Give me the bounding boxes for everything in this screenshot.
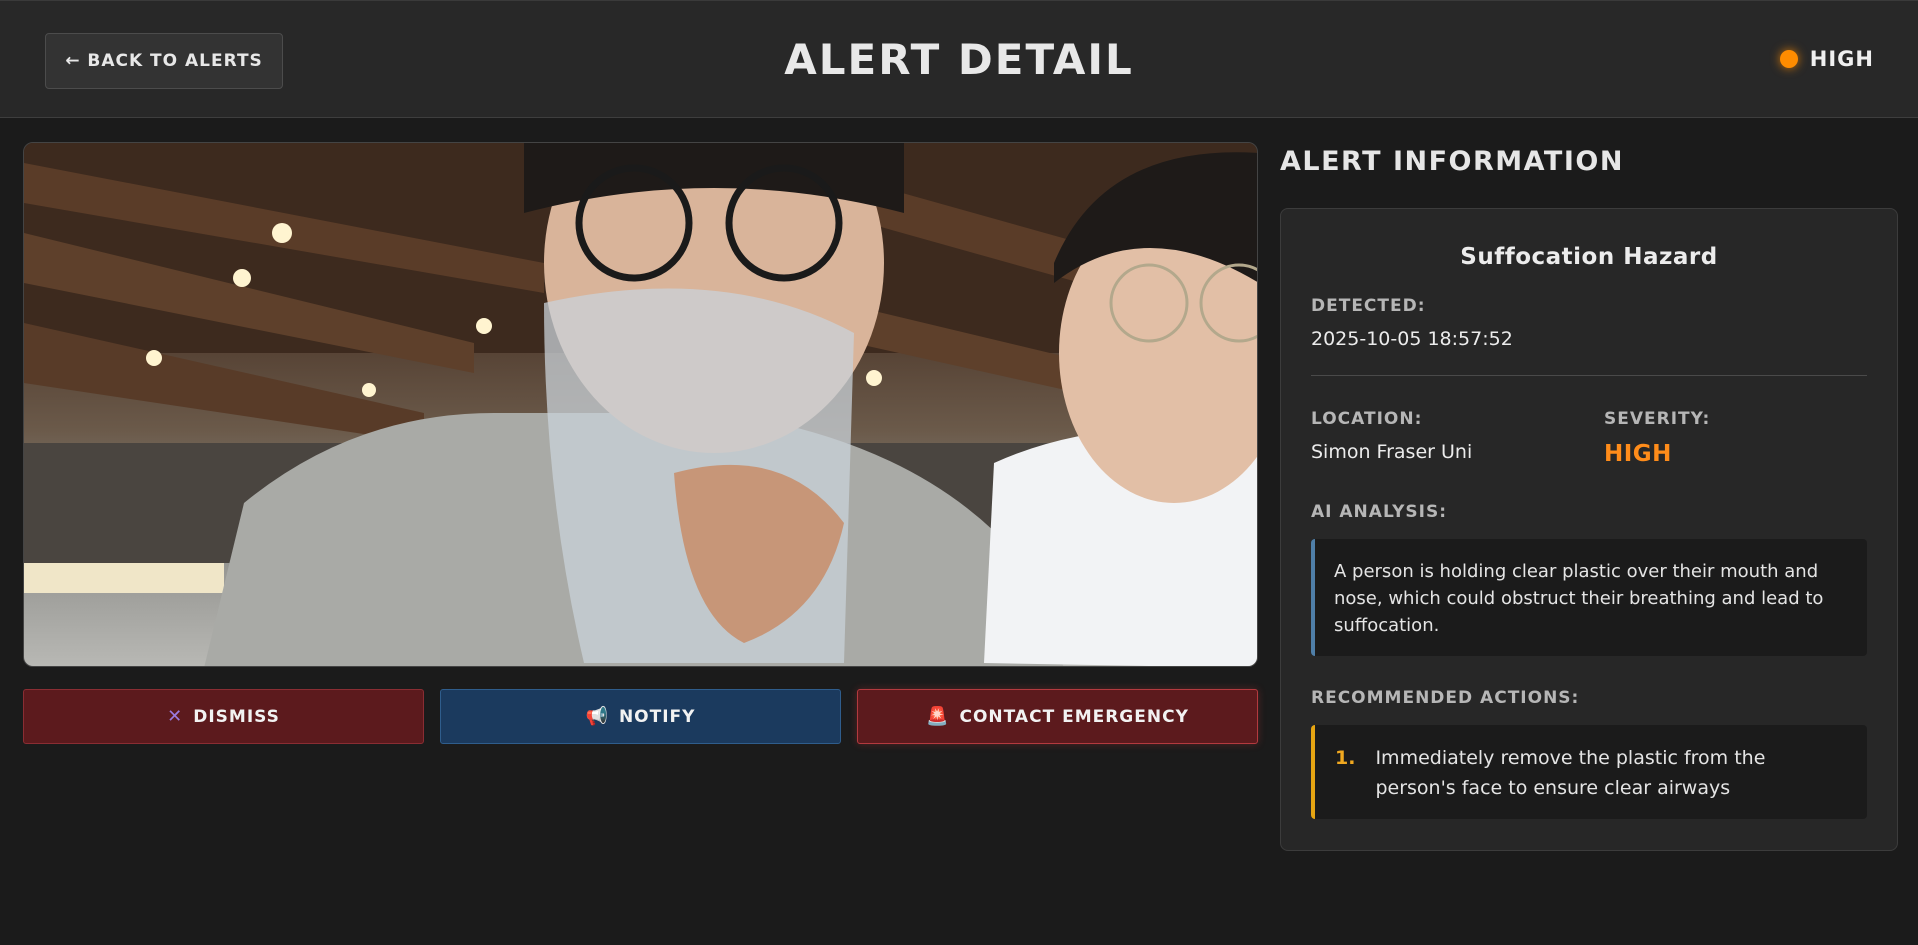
alert-actions: ✕ DISMISS 📢 NOTIFY 🚨 CONTACT EMERGENCY <box>23 689 1258 744</box>
alert-information-heading: ALERT INFORMATION <box>1280 146 1624 177</box>
close-icon: ✕ <box>167 705 184 727</box>
ai-analysis-label: AI ANALYSIS: <box>1311 502 1448 522</box>
location-value: Simon Fraser Uni <box>1311 441 1473 463</box>
severity-indicator: HIGH <box>1779 47 1874 71</box>
recommended-action-number: 1. <box>1335 747 1356 769</box>
location-label: LOCATION: <box>1311 409 1423 429</box>
notify-button[interactable]: 📢 NOTIFY <box>440 689 841 744</box>
header: ← BACK TO ALERTS ALERT DETAIL HIGH <box>0 0 1918 118</box>
alert-camera-image <box>23 142 1258 667</box>
ai-analysis-text: A person is holding clear plastic over t… <box>1311 539 1867 656</box>
contact-emergency-button[interactable]: 🚨 CONTACT EMERGENCY <box>857 689 1258 744</box>
dismiss-button[interactable]: ✕ DISMISS <box>23 689 424 744</box>
siren-icon: 🚨 <box>926 705 950 727</box>
severity-indicator-label: HIGH <box>1809 47 1874 71</box>
severity-value: HIGH <box>1604 441 1672 467</box>
detected-value: 2025-10-05 18:57:52 <box>1311 328 1513 350</box>
dismiss-label: DISMISS <box>193 706 280 727</box>
hazard-title: Suffocation Hazard <box>1460 244 1718 270</box>
detected-label: DETECTED: <box>1311 296 1426 316</box>
severity-dot-icon <box>1779 50 1798 68</box>
recommended-action-text: Immediately remove the plastic from the … <box>1375 747 1766 799</box>
contact-emergency-label: CONTACT EMERGENCY <box>959 706 1189 727</box>
severity-label: SEVERITY: <box>1604 409 1711 429</box>
alert-information-card: Suffocation Hazard DETECTED: 2025-10-05 … <box>1280 208 1898 851</box>
notify-label: NOTIFY <box>618 706 696 727</box>
megaphone-icon: 📢 <box>585 705 609 727</box>
recommended-actions-label: RECOMMENDED ACTIONS: <box>1311 688 1580 708</box>
recommended-action-item: 1. Immediately remove the plastic from t… <box>1311 725 1867 819</box>
divider <box>1311 375 1867 376</box>
page-title: ALERT DETAIL <box>784 35 1134 84</box>
camera-frame-illustration <box>24 143 1257 666</box>
